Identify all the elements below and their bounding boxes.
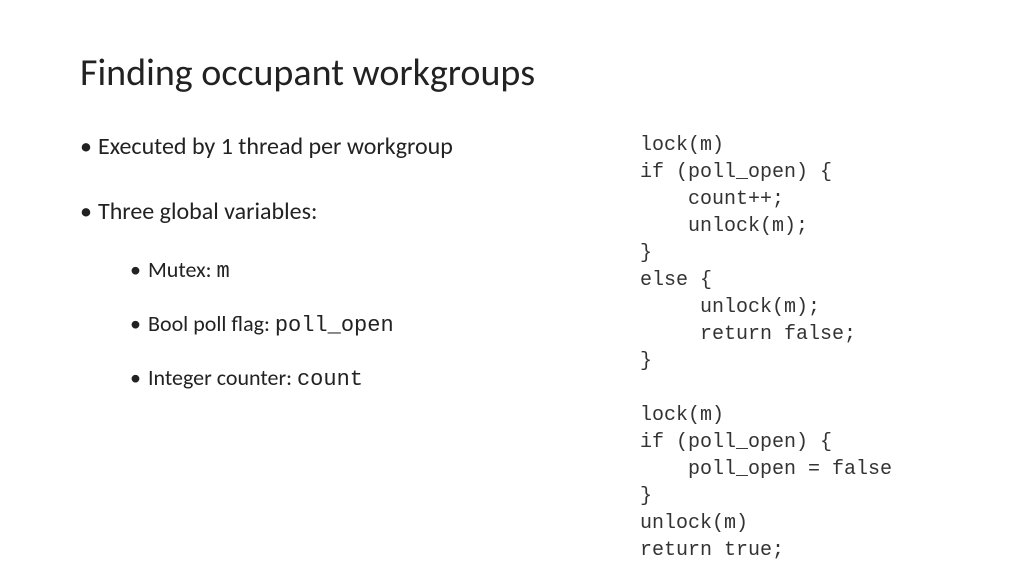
bullet-globals: Three global variables: Mutex: m Bool po…	[80, 197, 640, 392]
sub-bullet-mutex-code: m	[217, 259, 230, 284]
code-line: unlock(m);	[640, 215, 808, 238]
slide-title: Finding occupant workgroups	[80, 50, 964, 96]
bullet-globals-text: Three global variables:	[98, 197, 317, 226]
spacer	[98, 226, 640, 236]
code-column: lock(m) if (poll_open) { count++; unlock…	[640, 132, 964, 564]
slide: Finding occupant workgroups Executed by …	[0, 0, 1024, 576]
sub-bullet-count: Integer counter: count	[130, 364, 640, 392]
code-line: return false;	[640, 323, 856, 346]
bullet-list: Executed by 1 thread per workgroup Three…	[80, 132, 640, 392]
code-line: unlock(m);	[640, 296, 820, 319]
code-line: }	[640, 242, 652, 265]
code-line: else {	[640, 269, 712, 292]
code-line: unlock(m)	[640, 512, 748, 535]
sub-bullet-poll: Bool poll flag: poll_open	[130, 310, 640, 338]
sub-bullet-count-label: Integer counter:	[148, 364, 297, 391]
code-line: lock(m)	[640, 404, 724, 427]
bullet-column: Executed by 1 thread per workgroup Three…	[80, 132, 640, 564]
code-line: if (poll_open) {	[640, 431, 832, 454]
code-line: return true;	[640, 539, 784, 562]
code-line: if (poll_open) {	[640, 161, 832, 184]
sub-bullet-poll-label: Bool poll flag:	[148, 310, 275, 337]
sub-bullet-mutex-label: Mutex:	[148, 256, 217, 283]
code-line: }	[640, 350, 652, 373]
slide-body: Executed by 1 thread per workgroup Three…	[80, 132, 964, 564]
code-block: lock(m) if (poll_open) { count++; unlock…	[640, 132, 964, 564]
code-line: lock(m)	[640, 134, 724, 157]
code-line: count++;	[640, 188, 784, 211]
code-line: poll_open = false	[640, 458, 892, 481]
sub-bullet-count-code: count	[297, 367, 363, 392]
sub-bullet-list: Mutex: m Bool poll flag: poll_open Integ…	[98, 256, 640, 392]
sub-bullet-poll-code: poll_open	[275, 313, 394, 338]
sub-bullet-mutex: Mutex: m	[130, 256, 640, 284]
bullet-executed-by: Executed by 1 thread per workgroup	[80, 132, 640, 161]
code-line: }	[640, 485, 652, 508]
